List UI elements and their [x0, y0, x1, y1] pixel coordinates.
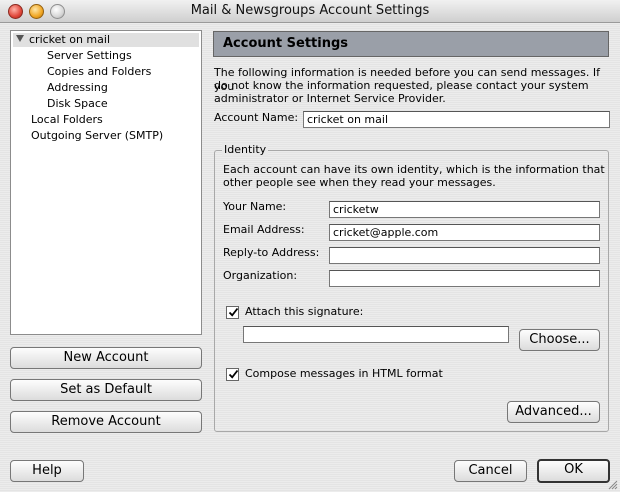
checkmark-icon — [228, 307, 239, 317]
organization-field[interactable] — [329, 270, 600, 287]
advanced-button[interactable]: Advanced... — [507, 401, 600, 423]
your-name-label: Your Name: — [223, 200, 287, 213]
title-bar[interactable]: Mail & Newsgroups Account Settings — [0, 0, 620, 23]
set-as-default-button[interactable]: Set as Default — [10, 379, 202, 401]
compose-html-label: Compose messages in HTML format — [245, 367, 443, 380]
identity-desc-line-1: Each account can have its own identity, … — [223, 163, 605, 176]
choose-signature-button[interactable]: Choose... — [519, 329, 600, 351]
help-button[interactable]: Help — [10, 460, 84, 482]
window-title: Mail & Newsgroups Account Settings — [190, 3, 430, 18]
tree-item-copies-and-folders[interactable]: Copies and Folders — [47, 65, 151, 78]
tree-item-outgoing-server[interactable]: Outgoing Server (SMTP) — [31, 129, 163, 142]
reply-to-field[interactable] — [329, 247, 600, 264]
email-address-label: Email Address: — [223, 223, 305, 236]
identity-desc-line-2: other people see when they read your mes… — [223, 176, 496, 189]
panel-heading: Account Settings — [213, 31, 609, 57]
your-name-field[interactable]: cricketw — [329, 201, 600, 218]
checkmark-icon — [228, 369, 239, 379]
cancel-button[interactable]: Cancel — [454, 460, 527, 482]
identity-legend: Identity — [222, 143, 269, 156]
tree-item-server-settings[interactable]: Server Settings — [47, 49, 132, 62]
email-address-field[interactable]: cricket@apple.com — [329, 224, 600, 241]
intro-line-2: do not know the information requested, p… — [214, 79, 589, 92]
tree-item-addressing[interactable]: Addressing — [47, 81, 108, 94]
new-account-button[interactable]: New Account — [10, 347, 202, 369]
account-settings-window: Mail & Newsgroups Account Settings crick… — [0, 0, 620, 492]
reply-to-label: Reply-to Address: — [223, 246, 320, 259]
account-tree[interactable]: cricket on mail Server Settings Copies a… — [10, 30, 202, 335]
tree-item-disk-space[interactable]: Disk Space — [47, 97, 108, 110]
identity-group — [214, 150, 609, 432]
organization-label: Organization: — [223, 269, 298, 282]
remove-account-button[interactable]: Remove Account — [10, 411, 202, 433]
panel-heading-text: Account Settings — [223, 36, 349, 51]
tree-item-local-folders[interactable]: Local Folders — [31, 113, 103, 126]
attach-signature-label: Attach this signature: — [245, 305, 364, 318]
disclosure-triangle-icon[interactable] — [16, 35, 24, 42]
attach-signature-checkbox[interactable] — [226, 306, 239, 319]
signature-file-field[interactable] — [243, 326, 509, 343]
resize-grip-icon[interactable] — [607, 479, 618, 490]
account-name-label: Account Name: — [214, 111, 299, 124]
compose-html-checkbox[interactable] — [226, 368, 239, 381]
ok-button[interactable]: OK — [537, 459, 610, 483]
tree-item-account[interactable]: cricket on mail — [29, 33, 110, 46]
account-name-field[interactable]: cricket on mail — [303, 111, 610, 128]
intro-line-3: administrator or Internet Service Provid… — [214, 92, 446, 105]
